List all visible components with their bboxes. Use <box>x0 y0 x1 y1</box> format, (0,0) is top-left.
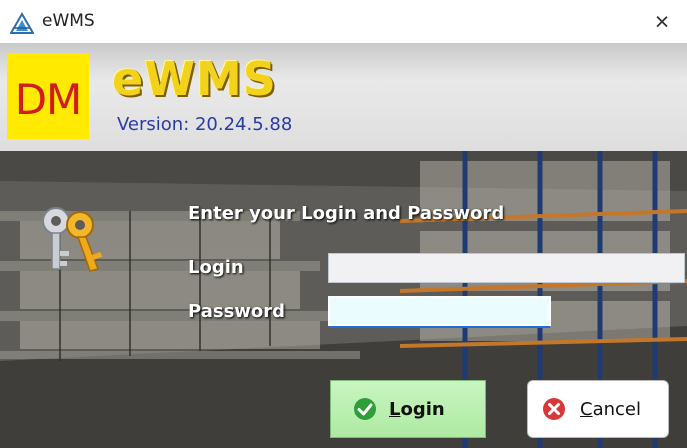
login-label-rest: ogin <box>400 398 445 420</box>
header-banner: DM eWMS Version: 20.24.5.88 <box>0 43 687 151</box>
app-name: eWMS <box>112 52 277 106</box>
login-input[interactable] <box>328 253 685 283</box>
cancel-button[interactable]: Cancel <box>527 380 669 438</box>
login-prompt: Enter your Login and Password <box>188 203 505 224</box>
version-label: Version: 20.24.5.88 <box>117 114 293 135</box>
cancel-mnemonic: C <box>580 398 593 420</box>
focus-indicator <box>329 326 550 328</box>
login-label: Login <box>188 257 244 278</box>
login-panel: Enter your Login and Password Login Pass… <box>0 151 687 448</box>
close-button[interactable]: × <box>647 7 677 37</box>
login-mnemonic: L <box>389 398 401 420</box>
password-label: Password <box>188 301 286 322</box>
title-bar: eWMS × <box>0 0 687 43</box>
cancel-button-label: Cancel <box>580 399 641 420</box>
window-title: eWMS <box>42 11 95 31</box>
logo-text: DM <box>14 74 83 124</box>
app-logo-icon <box>10 12 34 34</box>
dm-logo: DM <box>7 53 89 139</box>
password-input[interactable] <box>328 296 551 326</box>
login-button[interactable]: Login <box>330 380 486 438</box>
keys-icon <box>42 207 103 272</box>
cancel-label-rest: ancel <box>592 398 641 420</box>
cancel-icon <box>543 398 565 420</box>
login-button-label: Login <box>389 399 445 420</box>
check-icon <box>354 398 376 420</box>
